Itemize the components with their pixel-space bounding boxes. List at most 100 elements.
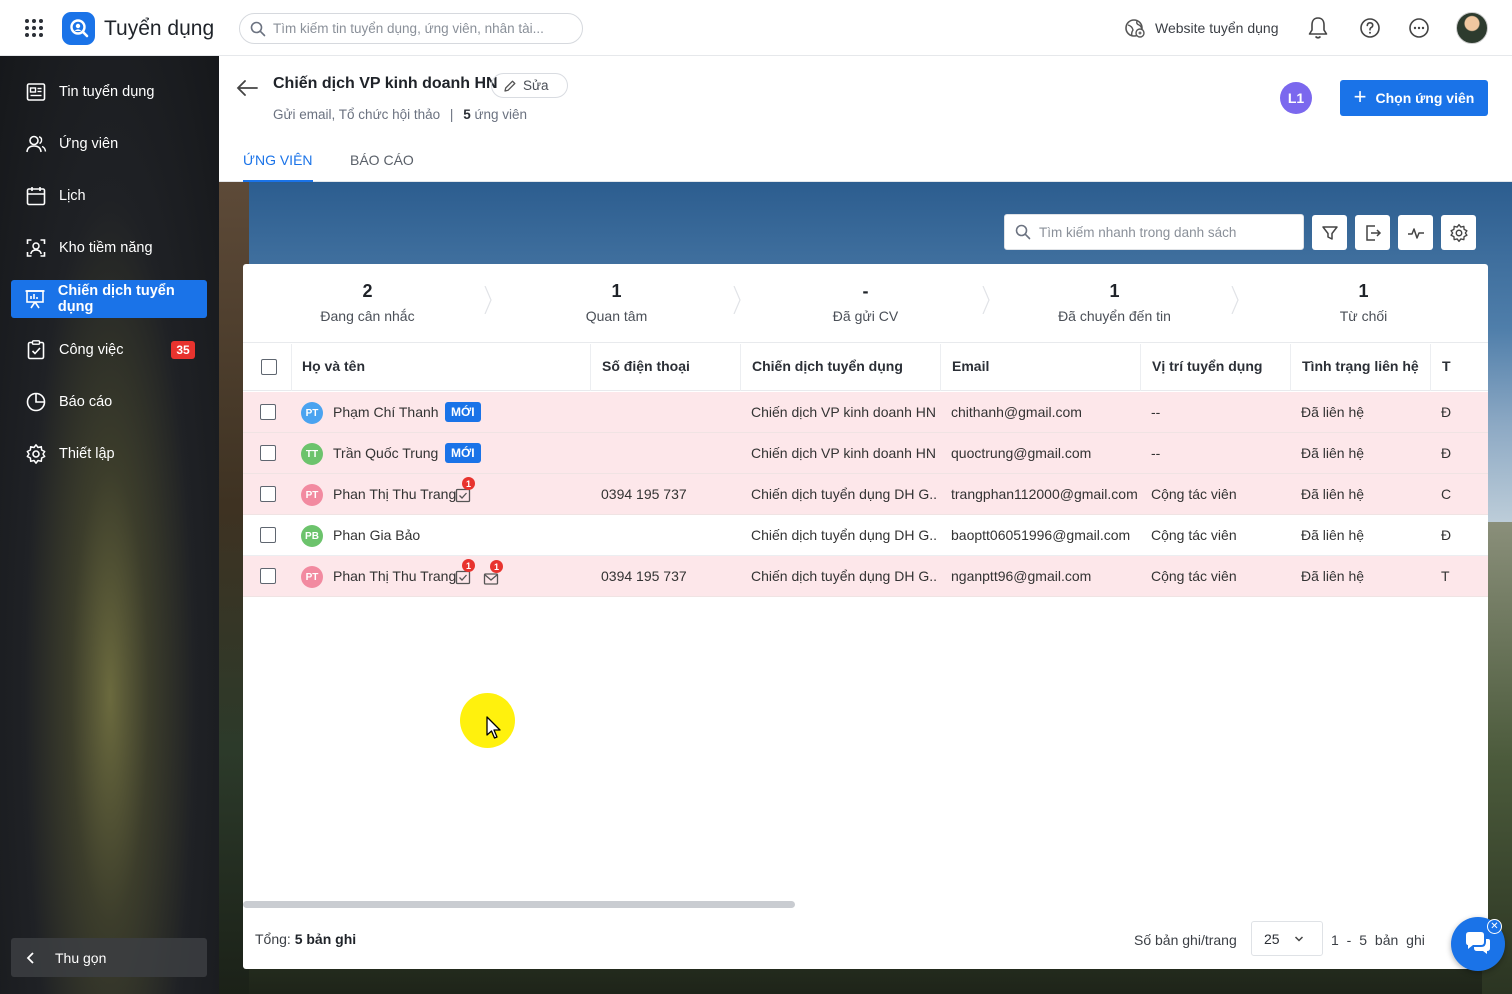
stage-count: 1 — [611, 281, 622, 301]
stage-count: 1 — [1358, 281, 1369, 301]
table-header: Họ và tên Số điện thoại Chiến dịch tuyển… — [243, 344, 1488, 391]
sidebar-item-label: Công việc — [59, 342, 124, 358]
position-cell: Cộng tác viên — [1151, 486, 1237, 502]
sidebar-item-candidates[interactable]: Ứng viên — [11, 125, 207, 163]
table-row[interactable]: PT Phan Thị Thu Trang 1 0394 195 737 Chi… — [243, 474, 1488, 515]
campaign-header: Chiến dịch VP kinh doanh HN Sửa Gửi emai… — [219, 56, 1512, 182]
newspaper-icon — [24, 80, 48, 104]
table-row[interactable]: TT Trần Quốc Trung MỚI Chiến dịch VP kin… — [243, 433, 1488, 474]
table-settings-button[interactable] — [1441, 215, 1476, 250]
task-count-badge: 1 — [462, 477, 475, 490]
per-page-select[interactable]: 25 — [1251, 921, 1323, 956]
column-header-campaign[interactable]: Chiến dịch tuyển dụng — [752, 358, 903, 374]
column-divider — [740, 344, 741, 391]
position-cell: Cộng tác viên — [1151, 568, 1237, 584]
task-count-badge: 1 — [462, 559, 475, 572]
member-avatar[interactable]: L1 — [1280, 82, 1312, 114]
row-checkbox[interactable] — [260, 486, 276, 502]
choose-candidate-button[interactable]: + Chọn ứng viên — [1340, 80, 1488, 116]
recruitment-logo-icon — [62, 12, 95, 45]
bell-icon[interactable] — [1306, 16, 1330, 40]
chevron-left-icon — [26, 951, 34, 964]
column-header-phone[interactable]: Số điện thoại — [602, 358, 690, 374]
row-checkbox[interactable] — [260, 568, 276, 584]
sidebar-item-tasks[interactable]: Công việc 35 — [11, 331, 207, 369]
stage-moved-to-job[interactable]: 1 Đã chuyển đến tin — [990, 264, 1239, 343]
user-avatar[interactable] — [1456, 12, 1488, 44]
global-search-input[interactable] — [273, 21, 573, 36]
stage-rejected[interactable]: 1 Từ chối — [1239, 264, 1488, 343]
tab-report[interactable]: BÁO CÁO — [350, 152, 414, 182]
row-checkbox[interactable] — [260, 527, 276, 543]
sidebar-item-label: Tin tuyển dụng — [59, 84, 155, 100]
list-search-input[interactable] — [1039, 224, 1299, 240]
column-header-position[interactable]: Vị trí tuyển dụng — [1152, 358, 1262, 374]
stage-separator — [982, 286, 990, 314]
extra-cell: T — [1441, 568, 1450, 584]
avatar: TT — [301, 443, 323, 465]
email-cell: baoptt06051996@gmail.com — [951, 527, 1131, 543]
column-divider — [1430, 344, 1431, 391]
sidebar-item-reports[interactable]: Báo cáo — [11, 383, 207, 421]
sidebar-item-talent-pool[interactable]: Kho tiềm năng — [11, 229, 207, 267]
stage-considering[interactable]: 2 Đang cân nhắc — [243, 264, 492, 343]
talent-pool-icon — [24, 236, 48, 260]
extra-cell: C — [1441, 486, 1451, 502]
stage-cv-sent[interactable]: - Đã gửi CV — [741, 264, 990, 343]
candidate-name[interactable]: Phan Thị Thu Trang — [333, 568, 456, 584]
sidebar-item-job-posts[interactable]: Tin tuyển dụng — [11, 73, 207, 111]
stage-interested[interactable]: 1 Quan tâm — [492, 264, 741, 343]
horizontal-scrollbar[interactable] — [243, 901, 795, 908]
total-records: Tổng: 5 bản ghi — [255, 931, 356, 947]
candidate-name[interactable]: Phan Gia Bảo — [333, 527, 420, 543]
mail-icon[interactable] — [483, 571, 499, 587]
sidebar-item-campaigns[interactable]: Chiến dịch tuyển dụng — [11, 280, 207, 318]
sidebar-item-settings[interactable]: Thiết lập — [11, 435, 207, 473]
candidate-name[interactable]: Phạm Chí Thanh — [333, 404, 439, 420]
list-search[interactable] — [1004, 214, 1304, 250]
filter-button[interactable] — [1312, 215, 1347, 250]
table-row[interactable]: PB Phan Gia Bảo Chiến dịch tuyển dụng DH… — [243, 515, 1488, 556]
table-row[interactable]: PT Phạm Chí Thanh MỚI Chiến dịch VP kinh… — [243, 392, 1488, 433]
apps-grid-icon[interactable] — [25, 19, 43, 37]
column-header-email[interactable]: Email — [952, 358, 989, 374]
stage-count: - — [862, 281, 869, 301]
activity-button[interactable] — [1398, 215, 1433, 250]
email-cell: chithanh@gmail.com — [951, 404, 1082, 420]
candidate-name[interactable]: Trần Quốc Trung — [333, 445, 438, 461]
tab-candidates[interactable]: ỨNG VIÊN — [243, 152, 313, 182]
row-checkbox[interactable] — [260, 404, 276, 420]
help-icon[interactable] — [1358, 16, 1382, 40]
pie-chart-icon — [24, 390, 48, 414]
phone-cell: 0394 195 737 — [601, 486, 687, 502]
pipeline-stages: 2 Đang cân nhắc 1 Quan tâm - Đã gửi CV 1… — [243, 264, 1488, 343]
new-badge: MỚI — [445, 443, 481, 463]
close-icon[interactable]: ✕ — [1487, 919, 1502, 934]
sidebar-item-label: Báo cáo — [59, 394, 113, 410]
edit-campaign-button[interactable]: Sửa — [491, 73, 568, 98]
column-divider — [1140, 344, 1141, 391]
row-checkbox[interactable] — [260, 445, 276, 461]
collapse-label: Thu gọn — [55, 949, 107, 966]
column-header-name[interactable]: Họ và tên — [302, 358, 365, 374]
select-all-checkbox[interactable] — [261, 359, 277, 375]
table-row[interactable]: PT Phan Thị Thu Trang 1 1 0394 195 737 C… — [243, 556, 1488, 597]
more-options-icon[interactable] — [1407, 16, 1431, 40]
candidate-name[interactable]: Phan Thị Thu Trang — [333, 486, 456, 502]
mouse-cursor-icon — [486, 716, 501, 739]
column-header-contact-status[interactable]: Tình trạng liên hệ — [1302, 358, 1419, 374]
website-link[interactable]: Website tuyển dụng — [1124, 17, 1279, 39]
sidebar-item-calendar[interactable]: Lịch — [11, 177, 207, 215]
campaign-cell: Chiến dịch VP kinh doanh HN — [751, 404, 936, 420]
app-brand[interactable]: Tuyển dụng — [62, 12, 214, 45]
column-header-more[interactable]: T — [1442, 358, 1451, 374]
email-cell: nganptt96@gmail.com — [951, 568, 1092, 584]
back-arrow-icon[interactable] — [234, 78, 260, 98]
position-cell: Cộng tác viên — [1151, 527, 1237, 543]
export-button[interactable] — [1355, 215, 1390, 250]
edit-label: Sửa — [523, 78, 549, 93]
collapse-sidebar-button[interactable]: Thu gọn — [11, 938, 207, 977]
global-search[interactable] — [239, 13, 583, 44]
plus-icon: + — [1353, 84, 1367, 109]
stage-separator — [484, 286, 492, 314]
